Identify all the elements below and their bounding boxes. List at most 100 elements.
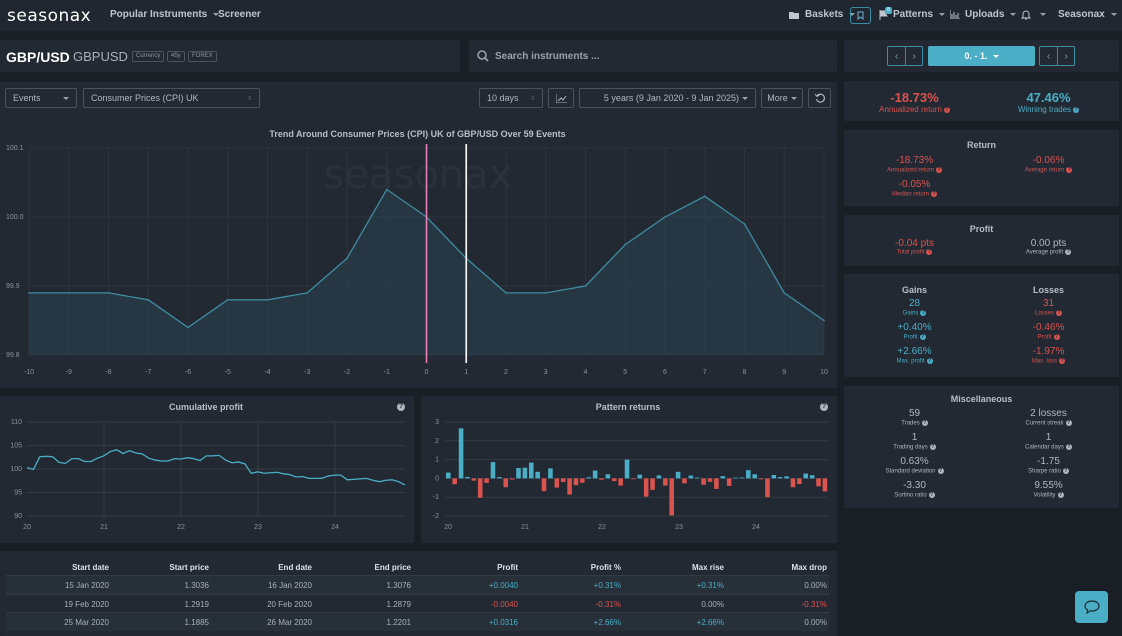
x-tick-label: 9 xyxy=(782,369,786,376)
return-bar xyxy=(509,478,515,480)
nav-uploads[interactable]: Uploads xyxy=(950,9,1017,20)
chat-button[interactable] xyxy=(1075,591,1108,623)
bookmark-icon xyxy=(857,11,864,20)
gains-stat-label: Profit? xyxy=(903,334,926,341)
y-tick-label: 100.0 xyxy=(6,214,24,221)
trend-chart[interactable]: seasonax-10 -9 -8 -7 -6 -5 -4 -3 -2 -1 0 1 2 3 4 5 6 7 8 9 1… xyxy=(0,140,837,380)
column-header[interactable]: Max rise xyxy=(692,563,724,572)
event-select[interactable]: Consumer Prices (CPI) UK ⇕ xyxy=(83,88,260,108)
help-icon[interactable]: ? xyxy=(1056,310,1062,316)
x-tick-label: 2 xyxy=(504,369,508,376)
help-icon[interactable]: ? xyxy=(929,444,936,450)
nav-screener[interactable]: Screener xyxy=(218,9,261,20)
help-icon[interactable]: ? xyxy=(1065,420,1072,426)
mode-select[interactable]: Events xyxy=(5,88,77,108)
reset-button[interactable] xyxy=(808,88,831,108)
table-cell: +0.0316 xyxy=(488,618,518,627)
losses-title: Losses xyxy=(1032,285,1065,295)
help-icon[interactable]: ? xyxy=(921,420,928,426)
column-header[interactable]: Profit xyxy=(497,563,518,572)
table-row[interactable]: 25 Mar 2020 1.1885 26 Mar 2020 1.2201 +0.031… xyxy=(6,612,829,631)
column-header[interactable]: Profit % xyxy=(591,563,621,572)
return-bar xyxy=(752,474,757,479)
help-icon[interactable]: ? xyxy=(1065,249,1072,255)
help-icon[interactable]: ? xyxy=(937,468,944,474)
bookmark-button[interactable] xyxy=(850,7,871,24)
table-cell: 19 Feb 2020 xyxy=(64,599,109,609)
instrument-symbol: GBPUSD xyxy=(73,49,128,64)
chevron-down-icon xyxy=(1040,13,1046,16)
help-icon[interactable]: ? xyxy=(931,191,938,197)
trend-point xyxy=(306,292,309,294)
column-header[interactable]: Start price xyxy=(169,563,209,572)
help-icon[interactable]: ? xyxy=(1053,334,1060,340)
help-icon[interactable]: ? xyxy=(820,403,828,411)
x-tick-label: -3 xyxy=(304,369,310,376)
help-icon[interactable]: ? xyxy=(936,167,943,173)
table-row[interactable]: 19 Feb 2020 1.2919 20 Feb 2020 1.2879 -0.004… xyxy=(6,593,829,613)
return-bar xyxy=(580,478,585,483)
prev-end-button[interactable]: ‹ xyxy=(1040,47,1057,65)
gains-stat-value: +0.40% xyxy=(897,322,932,333)
help-icon[interactable]: ? xyxy=(920,310,927,316)
cumulative-profit-chart[interactable]: 90 95 100 105 110 20 21 22 23 24 xyxy=(0,414,414,539)
x-tick-label: 22 xyxy=(598,524,606,531)
days-stepper[interactable]: 10 days ⇕ xyxy=(479,88,543,108)
date-range-value: 5 years (9 Jan 2020 - 9 Jan 2025) xyxy=(603,93,739,103)
date-range-select[interactable]: 5 years (9 Jan 2020 - 9 Jan 2025) xyxy=(579,88,756,108)
help-icon[interactable]: ? xyxy=(1059,358,1066,364)
return-bar xyxy=(822,478,828,492)
help-icon[interactable]: ? xyxy=(397,403,405,411)
notifications-button[interactable] xyxy=(1021,9,1046,20)
average-profit-stat: 0.00 pts xyxy=(1030,238,1067,249)
help-icon[interactable]: ? xyxy=(1066,167,1073,173)
nav-popular-instruments[interactable]: Popular Instruments xyxy=(110,9,220,20)
gains-stat-label: Gains? xyxy=(902,310,927,317)
annualized-return-stat-label: Annualized return? xyxy=(886,167,943,174)
help-icon[interactable]: ? xyxy=(1065,444,1072,450)
y-tick-label: 100 xyxy=(10,466,22,473)
gains-losses-card: Gains Losses 28 Gains? +0.40% Profit? +2.66%… xyxy=(844,274,1119,377)
next-end-button[interactable]: › xyxy=(1057,47,1074,65)
trend-point xyxy=(703,195,706,198)
trend-point xyxy=(187,326,189,329)
trend-point xyxy=(385,188,388,191)
column-header[interactable]: Start date xyxy=(72,563,109,572)
more-button[interactable]: More xyxy=(761,88,803,108)
table-cell: 25 Mar 2020 xyxy=(64,618,109,627)
chart-type-button[interactable] xyxy=(548,88,574,108)
pattern-returns-chart[interactable]: -2-1012320 21 22 23 24 xyxy=(421,414,837,539)
nav-baskets[interactable]: Baskets xyxy=(789,9,856,20)
trend-point xyxy=(783,292,786,294)
help-icon[interactable]: ? xyxy=(943,106,950,113)
y-tick-label: 3 xyxy=(435,419,439,426)
seasonax-logo[interactable]: seasonax xyxy=(7,6,91,26)
period-select-button[interactable]: 0. - 1. xyxy=(928,46,1035,66)
help-icon[interactable]: ? xyxy=(926,249,933,255)
period-label: 0. - 1. xyxy=(964,51,988,61)
help-icon[interactable]: ? xyxy=(1057,492,1064,498)
trend-point xyxy=(664,216,666,218)
help-icon[interactable]: ? xyxy=(1073,106,1080,113)
next-start-button[interactable]: › xyxy=(905,47,922,65)
return-bar xyxy=(682,478,687,484)
misc-stat-value: 1 xyxy=(1045,432,1052,443)
nav-user-menu[interactable]: Seasonax xyxy=(1058,9,1117,20)
prev-start-button[interactable]: ‹ xyxy=(888,47,905,65)
help-icon[interactable]: ? xyxy=(919,334,926,340)
table-cell: 0.00% xyxy=(701,599,724,609)
table-row[interactable]: 15 Jan 2020 1.3036 16 Jan 2020 1.3076 +0.004… xyxy=(6,575,829,594)
help-icon[interactable]: ? xyxy=(1062,468,1069,474)
column-header[interactable]: Max drop xyxy=(791,563,827,572)
help-icon[interactable]: ? xyxy=(926,358,933,364)
misc-card: Miscellaneous 59 Trades? 2 losses Current s… xyxy=(844,386,1119,508)
table-cell: 1.3036 xyxy=(184,581,209,590)
column-header[interactable]: End date xyxy=(278,563,312,572)
return-bar xyxy=(790,478,796,488)
trend-point xyxy=(147,299,150,301)
help-icon[interactable]: ? xyxy=(928,492,935,498)
column-header[interactable]: End price xyxy=(375,563,411,572)
misc-stat-value: 2 losses xyxy=(1030,408,1067,419)
trend-point xyxy=(107,292,110,294)
return-bar xyxy=(465,476,470,479)
